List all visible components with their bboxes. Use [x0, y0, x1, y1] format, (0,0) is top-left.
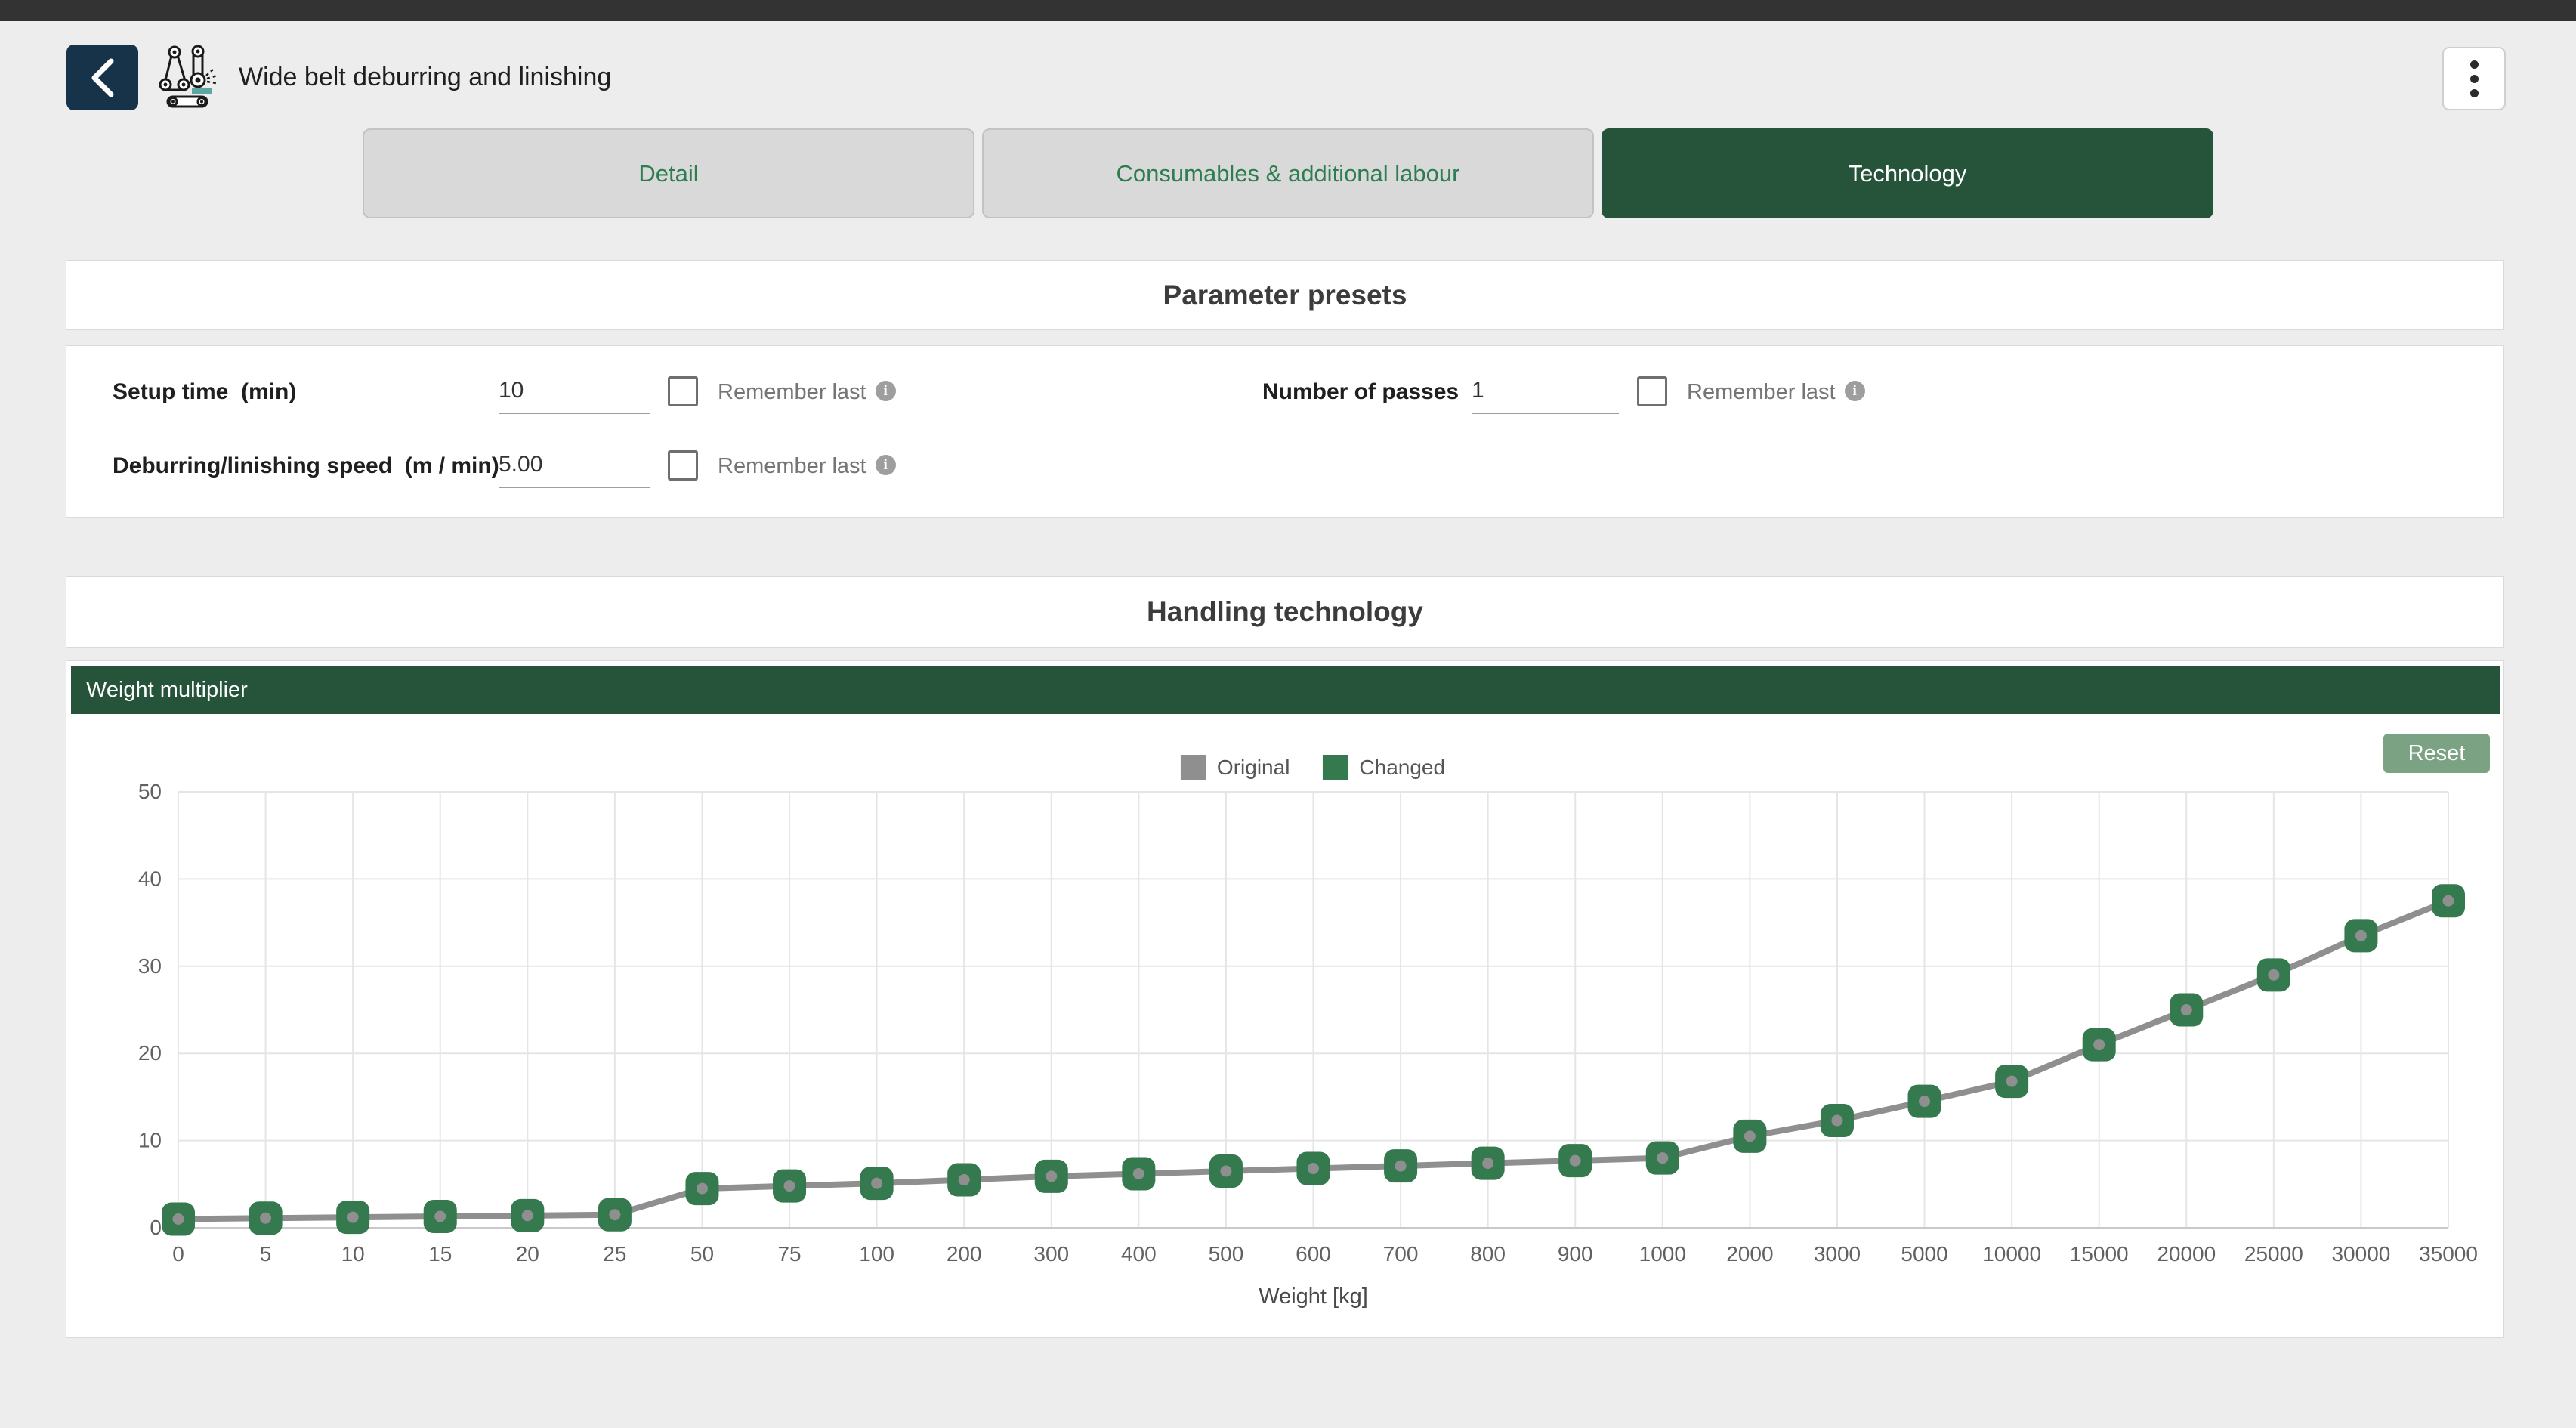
svg-text:40: 40 — [138, 867, 162, 890]
kebab-menu-icon — [2470, 60, 2479, 97]
svg-text:0: 0 — [172, 1242, 184, 1266]
svg-text:75: 75 — [777, 1242, 801, 1266]
app-root: Wide belt deburring and linishing Detail… — [0, 0, 2576, 1428]
info-icon[interactable]: i — [876, 455, 896, 475]
svg-text:50: 50 — [138, 780, 162, 803]
svg-text:700: 700 — [1383, 1242, 1419, 1266]
svg-text:300: 300 — [1033, 1242, 1069, 1266]
deburring-speed-remember-checkbox[interactable] — [668, 450, 698, 481]
number-of-passes-input[interactable]: 1 — [1472, 376, 1619, 414]
number-of-passes-row: Number of passes 1 Remember last i — [1262, 376, 2503, 423]
parameter-presets-card: Parameter presets — [66, 260, 2504, 330]
wide-belt-machine-icon — [159, 45, 219, 109]
svg-text:20: 20 — [138, 1041, 162, 1065]
svg-text:20000: 20000 — [2157, 1242, 2216, 1266]
svg-text:800: 800 — [1470, 1242, 1506, 1266]
svg-text:35000: 35000 — [2419, 1242, 2478, 1266]
svg-text:15: 15 — [428, 1242, 452, 1266]
back-button[interactable] — [66, 45, 138, 110]
svg-text:2000: 2000 — [1726, 1242, 1773, 1266]
setup-time-label: Setup time (min) — [113, 376, 499, 405]
svg-text:30: 30 — [138, 954, 162, 978]
svg-text:3000: 3000 — [1814, 1242, 1861, 1266]
x-axis-title: Weight [kg] — [1259, 1284, 1368, 1309]
svg-text:200: 200 — [947, 1242, 982, 1266]
svg-text:5000: 5000 — [1901, 1242, 1947, 1266]
number-of-passes-remember-checkbox[interactable] — [1637, 376, 1667, 406]
deburring-speed-label: Deburring/linishing speed (m / min) — [113, 450, 499, 479]
legend-item-changed: Changed — [1323, 755, 1445, 780]
svg-text:500: 500 — [1209, 1242, 1244, 1266]
tab-technology[interactable]: Technology — [1602, 128, 2213, 218]
header: Wide belt deburring and linishing — [0, 38, 2576, 121]
svg-text:15000: 15000 — [2070, 1242, 2129, 1266]
svg-text:50: 50 — [690, 1242, 714, 1266]
info-icon[interactable]: i — [876, 381, 896, 401]
svg-text:25000: 25000 — [2244, 1242, 2303, 1266]
parameter-presets-heading: Parameter presets — [1163, 280, 1407, 311]
handling-technology-heading: Handling technology — [1147, 596, 1423, 628]
svg-text:100: 100 — [859, 1242, 894, 1266]
setup-time-input[interactable]: 10 — [499, 376, 650, 414]
more-options-button[interactable] — [2442, 47, 2506, 110]
fields-right-column: Number of passes 1 Remember last i — [1262, 376, 2503, 517]
svg-text:1000: 1000 — [1639, 1242, 1686, 1266]
svg-text:20: 20 — [516, 1242, 539, 1266]
page-title: Wide belt deburring and linishing — [239, 38, 611, 117]
deburring-speed-row: Deburring/linishing speed (m / min) 5.00… — [113, 450, 1262, 497]
parameter-presets-fields: Setup time (min) 10 Remember last i Debu… — [66, 345, 2504, 518]
top-bar — [0, 0, 2576, 21]
original-swatch — [1181, 755, 1206, 780]
svg-text:0: 0 — [150, 1216, 162, 1239]
fields-left-column: Setup time (min) 10 Remember last i Debu… — [66, 376, 1262, 517]
remember-last-label: Remember last — [1687, 376, 1836, 405]
svg-text:400: 400 — [1121, 1242, 1157, 1266]
reset-button[interactable]: Reset — [2383, 734, 2490, 773]
svg-text:25: 25 — [603, 1242, 626, 1266]
svg-text:10000: 10000 — [1982, 1242, 2041, 1266]
handling-technology-card: Handling technology — [66, 576, 2504, 648]
remember-last-label: Remember last — [718, 376, 866, 405]
info-icon[interactable]: i — [1845, 381, 1865, 401]
remember-last-label: Remember last — [718, 450, 866, 479]
weight-multiplier-panel: Weight multiplier 0102030405005101520255… — [66, 660, 2504, 1338]
deburring-speed-input[interactable]: 5.00 — [499, 450, 650, 488]
svg-text:10: 10 — [341, 1242, 365, 1266]
chevron-left-icon — [87, 57, 119, 99]
setup-time-remember-checkbox[interactable] — [668, 376, 698, 406]
changed-swatch — [1323, 755, 1348, 780]
chart-legend: Original Changed — [1181, 755, 1445, 780]
svg-text:600: 600 — [1296, 1242, 1331, 1266]
svg-text:10: 10 — [138, 1129, 162, 1152]
setup-time-row: Setup time (min) 10 Remember last i — [113, 376, 1262, 423]
number-of-passes-label: Number of passes — [1262, 376, 1472, 405]
tab-detail[interactable]: Detail — [363, 128, 974, 218]
svg-text:900: 900 — [1558, 1242, 1593, 1266]
tab-bar: Detail Consumables & additional labour T… — [0, 128, 2576, 218]
svg-text:30000: 30000 — [2331, 1242, 2390, 1266]
legend-item-original: Original — [1181, 755, 1290, 780]
svg-text:5: 5 — [260, 1242, 272, 1266]
tab-consumables[interactable]: Consumables & additional labour — [982, 128, 1594, 218]
